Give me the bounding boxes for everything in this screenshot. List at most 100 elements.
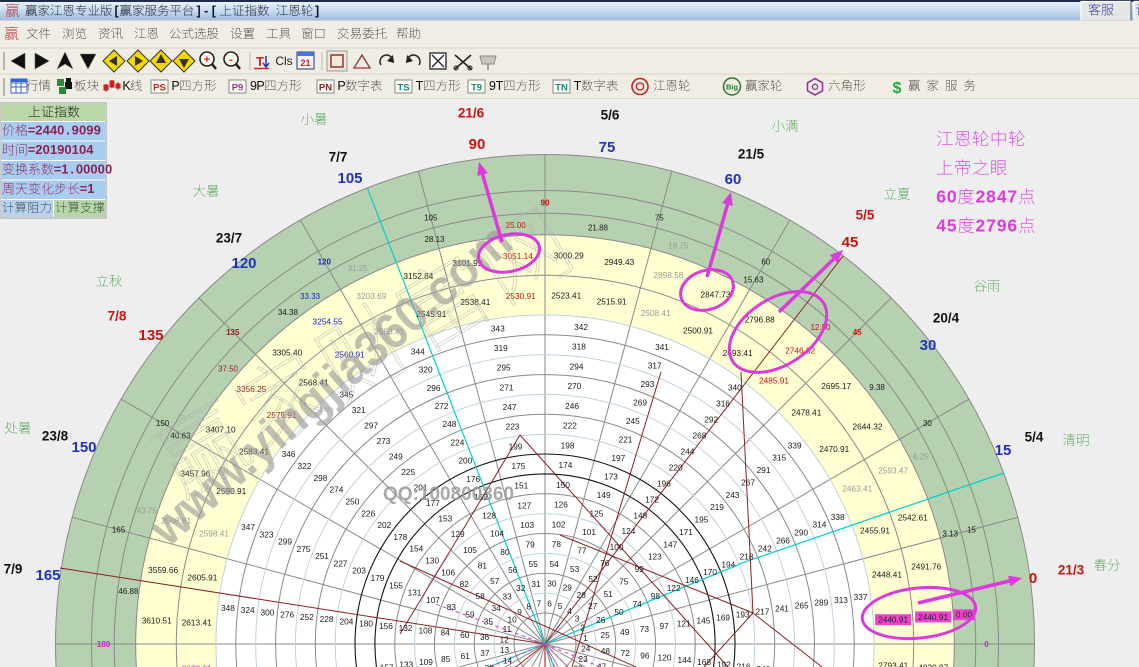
svg-text:P: P <box>337 79 345 93</box>
svg-text:179: 179 <box>371 573 385 583</box>
svg-text:197: 197 <box>611 453 625 463</box>
svg-text:-: - <box>229 54 233 66</box>
svg-text:248: 248 <box>442 419 456 429</box>
svg-text:23/8: 23/8 <box>42 429 69 444</box>
svg-text:157: 157 <box>380 663 394 667</box>
svg-text:23/7: 23/7 <box>216 231 242 246</box>
svg-text:2695.17: 2695.17 <box>821 381 851 391</box>
svg-text:194: 194 <box>721 559 735 569</box>
svg-text:151: 151 <box>514 481 528 491</box>
svg-text:125: 125 <box>589 509 603 519</box>
svg-text:126: 126 <box>554 500 568 510</box>
svg-text:270: 270 <box>567 381 581 391</box>
svg-text:121: 121 <box>677 618 691 628</box>
svg-text:314: 314 <box>812 520 826 530</box>
svg-text:9: 9 <box>86 123 93 138</box>
svg-text:146: 146 <box>685 575 699 585</box>
svg-text:5: 5 <box>947 216 957 236</box>
svg-text:131: 131 <box>408 588 422 598</box>
svg-text:3.13: 3.13 <box>942 530 958 539</box>
svg-text:21/5: 21/5 <box>738 147 765 162</box>
svg-text:108: 108 <box>418 625 432 635</box>
svg-text:Big: Big <box>726 83 739 92</box>
svg-text:50: 50 <box>614 607 624 617</box>
svg-text:34: 34 <box>491 603 501 613</box>
svg-text:175: 175 <box>511 461 525 471</box>
svg-text:75: 75 <box>655 214 664 223</box>
svg-text:36: 36 <box>480 632 490 642</box>
svg-text:3610.51: 3610.51 <box>142 615 172 625</box>
svg-text:172: 172 <box>645 494 659 504</box>
svg-text:244: 244 <box>681 446 695 456</box>
svg-text:99: 99 <box>635 564 645 574</box>
svg-text:338: 338 <box>831 512 845 522</box>
svg-text:56: 56 <box>508 565 518 575</box>
svg-text:55: 55 <box>528 559 538 569</box>
svg-text:276: 276 <box>280 610 294 620</box>
svg-text:101: 101 <box>582 527 596 537</box>
svg-text:61: 61 <box>461 651 471 661</box>
svg-text:315: 315 <box>772 453 786 463</box>
svg-text:2620.91: 2620.91 <box>182 663 212 667</box>
svg-text:120: 120 <box>658 653 672 663</box>
svg-text:323: 323 <box>260 529 274 539</box>
svg-text:250: 250 <box>345 497 359 507</box>
svg-text:13: 13 <box>500 645 510 655</box>
svg-text:2515.91: 2515.91 <box>597 296 627 306</box>
svg-text:321: 321 <box>352 405 366 415</box>
svg-text:28: 28 <box>577 590 587 600</box>
svg-text:81: 81 <box>478 560 488 570</box>
svg-text:25: 25 <box>600 630 610 640</box>
svg-text:85: 85 <box>441 654 451 664</box>
svg-text:59: 59 <box>465 609 475 619</box>
svg-text:80: 80 <box>500 547 510 557</box>
svg-text:271: 271 <box>500 382 514 392</box>
svg-text:104: 104 <box>490 529 504 539</box>
svg-text:2593.47: 2593.47 <box>878 465 908 475</box>
svg-text:+: + <box>204 54 210 66</box>
svg-text:30: 30 <box>923 419 932 428</box>
svg-text:192: 192 <box>717 659 731 667</box>
svg-text:155: 155 <box>389 580 403 590</box>
svg-text:1: 1 <box>50 142 57 157</box>
svg-text:318: 318 <box>572 342 586 352</box>
svg-text:2: 2 <box>580 623 585 633</box>
svg-text:27: 27 <box>588 601 598 611</box>
svg-text:2: 2 <box>35 142 42 157</box>
svg-text:266: 266 <box>776 536 790 546</box>
svg-text:343: 343 <box>491 323 505 333</box>
svg-text:174: 174 <box>558 460 572 470</box>
svg-text:342: 342 <box>574 322 588 332</box>
svg-text:317: 317 <box>648 361 662 371</box>
svg-text:135: 135 <box>226 328 240 337</box>
svg-text:48: 48 <box>601 646 611 656</box>
svg-text:73: 73 <box>640 624 650 634</box>
svg-text:296: 296 <box>427 383 441 393</box>
svg-text:195: 195 <box>694 515 708 525</box>
svg-text:74: 74 <box>633 599 643 609</box>
svg-text:2493.41: 2493.41 <box>723 348 753 358</box>
svg-text:168: 168 <box>697 657 711 667</box>
svg-text:QQ:100800360: QQ:100800360 <box>383 484 514 505</box>
svg-text:49: 49 <box>620 627 630 637</box>
svg-text:2793.41: 2793.41 <box>878 660 908 667</box>
svg-text:148: 148 <box>633 510 647 520</box>
svg-text:313: 313 <box>834 595 848 605</box>
svg-text:P9: P9 <box>232 83 244 94</box>
svg-text:265: 265 <box>795 601 809 611</box>
svg-text:156: 156 <box>379 621 393 631</box>
svg-text:2542.61: 2542.61 <box>898 512 928 522</box>
svg-text:9: 9 <box>997 216 1007 236</box>
svg-text:35: 35 <box>484 617 494 627</box>
svg-text:1: 1 <box>87 181 94 196</box>
svg-text:2: 2 <box>35 123 42 138</box>
svg-text:33: 33 <box>502 591 512 601</box>
svg-text:21/3: 21/3 <box>1058 563 1085 578</box>
svg-text:219: 219 <box>710 502 724 512</box>
svg-text:3559.66: 3559.66 <box>148 565 178 575</box>
svg-text:2508.41: 2508.41 <box>641 308 671 318</box>
svg-text:339: 339 <box>788 440 802 450</box>
svg-text:204: 204 <box>339 616 353 626</box>
svg-text:165: 165 <box>112 526 126 535</box>
svg-text:6: 6 <box>936 187 946 207</box>
